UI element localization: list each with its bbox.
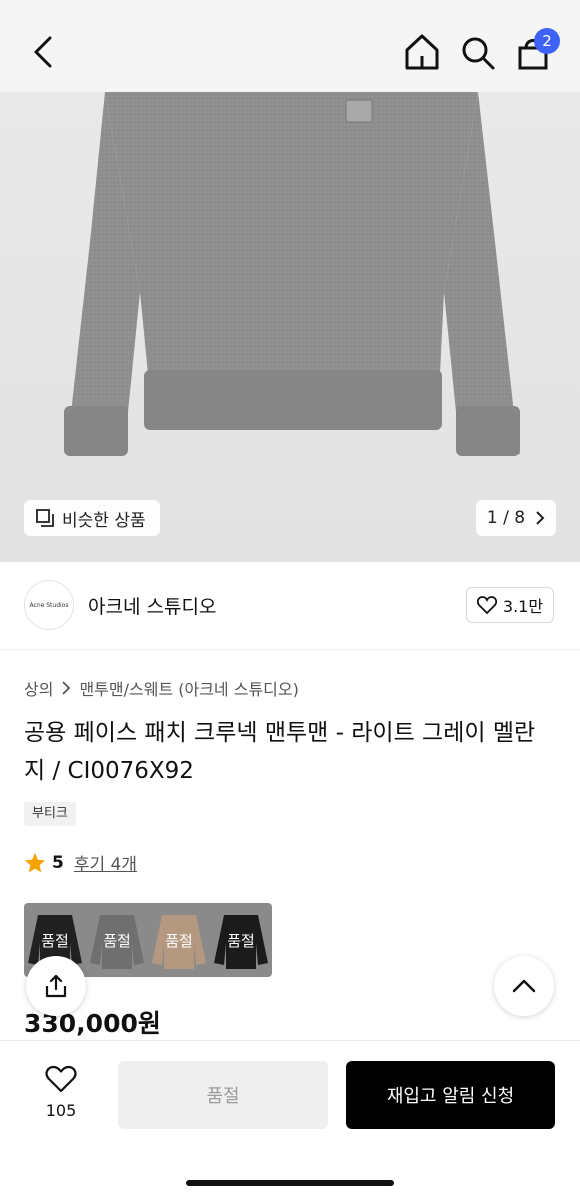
color-option[interactable]: 품절	[86, 903, 148, 977]
rating: 5 후기 4개	[24, 850, 137, 875]
home-icon[interactable]	[402, 30, 442, 74]
product-image[interactable]	[0, 92, 580, 562]
home-indicator	[186, 1180, 394, 1186]
heart-icon	[476, 596, 497, 614]
similar-products-button[interactable]: 비슷한 상품	[24, 500, 160, 536]
chevron-right-icon	[62, 681, 71, 695]
wishlist-button[interactable]: 105	[30, 1065, 92, 1120]
color-option[interactable]: 품절	[148, 903, 210, 977]
cart-count-badge: 2	[534, 28, 560, 54]
sold-out-button: 품절	[118, 1061, 328, 1129]
restock-alert-button[interactable]: 재입고 알림 신청	[346, 1061, 555, 1129]
boutique-tag: 부티크	[24, 802, 76, 826]
reviews-link[interactable]: 후기 4개	[74, 850, 137, 875]
sweatshirt-image	[64, 92, 520, 456]
bottom-action-bar: 105 품절 재입고 알림 신청	[0, 1040, 580, 1200]
image-pager-label: 1 / 8	[486, 508, 526, 528]
heart-icon	[45, 1065, 77, 1093]
brand-like-count: 3.1만	[502, 597, 544, 616]
top-nav-bar: 2	[0, 0, 580, 92]
product-title: 공용 페이스 패치 크루넥 맨투맨 - 라이트 그레이 멜란지 / CI0076…	[24, 720, 536, 784]
copy-icon	[36, 509, 54, 527]
share-icon	[45, 974, 67, 998]
brand-name[interactable]: 아크네 스튜디오	[88, 592, 216, 619]
color-option[interactable]: 품절	[210, 903, 272, 977]
wishlist-count: 105	[45, 1101, 77, 1120]
breadcrumb-item[interactable]: 맨투맨/스웨트 (아크네 스튜디오)	[79, 676, 298, 700]
sold-out-label: 품절	[227, 931, 255, 950]
search-icon[interactable]	[458, 30, 498, 74]
sold-out-label: 품절	[165, 931, 193, 950]
chevron-right-icon	[536, 511, 545, 525]
share-button[interactable]	[26, 956, 86, 1016]
sold-out-label: 품절	[103, 931, 131, 950]
brand-like-button[interactable]: 3.1만	[466, 587, 554, 623]
star-icon	[25, 852, 45, 872]
chevron-up-icon	[512, 979, 536, 993]
breadcrumb: 상의 맨투맨/스웨트 (아크네 스튜디오)	[24, 676, 299, 700]
back-icon[interactable]	[24, 30, 64, 74]
brand-logo: Acne Studios	[24, 580, 74, 630]
image-pager[interactable]: 1 / 8	[476, 500, 556, 536]
breadcrumb-item[interactable]: 상의	[24, 676, 53, 700]
sold-out-label: 품절	[41, 931, 69, 950]
rating-score: 5	[52, 852, 64, 873]
scroll-to-top-button[interactable]	[494, 956, 554, 1016]
brand-row[interactable]: Acne Studios 아크네 스튜디오 3.1만	[0, 562, 580, 650]
similar-products-label: 비슷한 상품	[62, 510, 146, 531]
shopping-bag-icon[interactable]: 2	[512, 28, 560, 74]
